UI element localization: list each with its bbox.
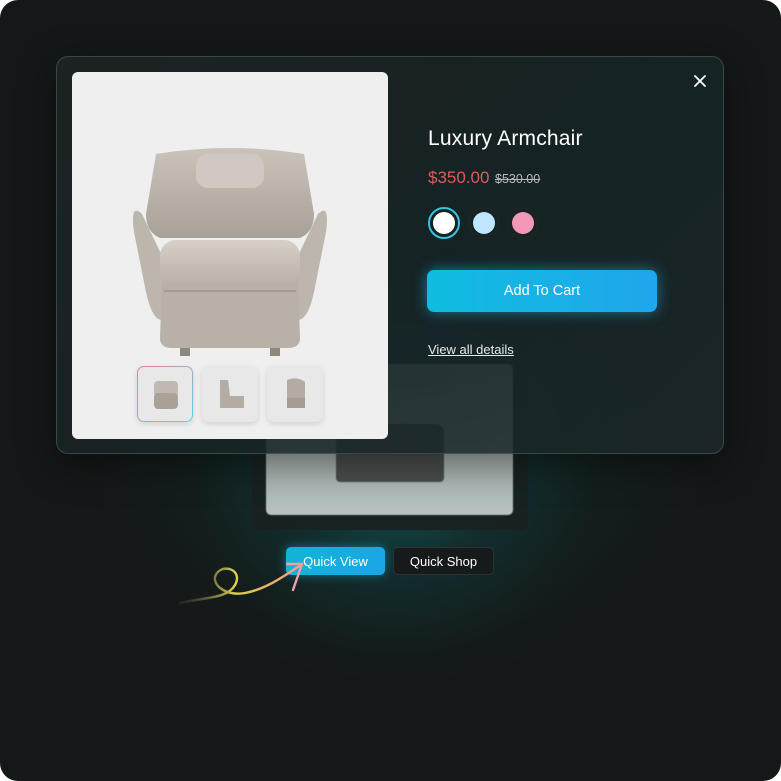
color-swatch-pink[interactable]	[507, 207, 539, 239]
color-swatch-white[interactable]	[428, 207, 460, 239]
page-background: Quick View Quick Shop Luxury Armchair $3…	[0, 0, 781, 781]
thumbnail-side[interactable]	[202, 366, 258, 422]
pointer-arrow-decoration	[178, 562, 304, 605]
add-to-cart-button[interactable]: Add To Cart	[427, 270, 657, 312]
product-title: Luxury Armchair	[428, 127, 583, 150]
product-price: $350.00	[428, 168, 490, 187]
thumbnail-front[interactable]	[137, 366, 193, 422]
quick-shop-button[interactable]: Quick Shop	[393, 547, 494, 575]
color-swatch-light-blue[interactable]	[468, 207, 500, 239]
view-details-link[interactable]: View all details	[428, 342, 514, 357]
product-gallery	[72, 72, 388, 439]
product-old-price: $530.00	[495, 172, 541, 186]
product-main-image	[133, 148, 327, 356]
thumbnail-back[interactable]	[267, 366, 323, 422]
close-icon[interactable]	[690, 71, 710, 91]
